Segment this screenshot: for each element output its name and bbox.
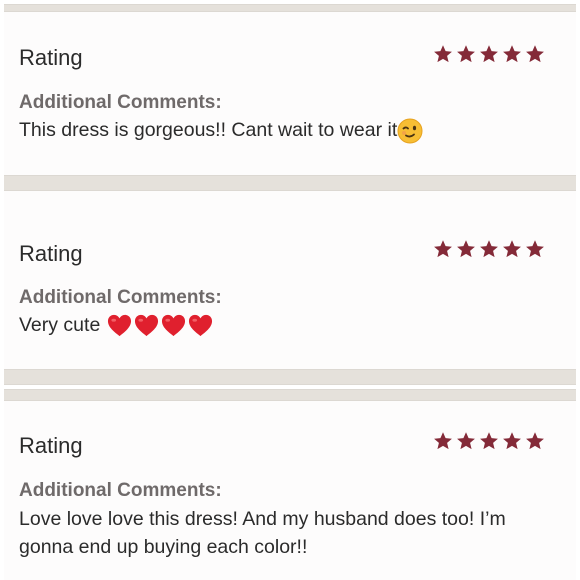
comments-label: Additional Comments: xyxy=(19,480,222,501)
comments-label: Additional Comments: xyxy=(19,287,222,308)
winking-face-emoji xyxy=(397,118,423,144)
star-icon xyxy=(432,44,454,64)
star-icon xyxy=(455,431,477,451)
divider xyxy=(4,4,576,12)
star-icon xyxy=(455,44,477,64)
comments-label: Additional Comments: xyxy=(19,92,222,113)
comment-text: This dress is gorgeous!! Cant wait to we… xyxy=(19,116,556,144)
star-rating xyxy=(432,239,546,259)
divider xyxy=(4,369,576,385)
star-icon xyxy=(501,239,523,259)
comment-body: Very cute xyxy=(19,314,101,336)
review-card: Rating Additional Comments: This dress i… xyxy=(4,12,576,175)
star-icon xyxy=(524,431,546,451)
rating-label: Rating xyxy=(19,45,83,70)
heart-emoji xyxy=(160,313,187,338)
comment-body: This dress is gorgeous!! Cant wait to we… xyxy=(19,119,398,141)
star-rating xyxy=(432,431,546,451)
rating-label: Rating xyxy=(19,433,83,458)
star-rating xyxy=(432,44,546,64)
comment-text: Love love love this dress! And my husban… xyxy=(19,508,506,558)
reviews-screen: Rating Additional Comments: This dress i… xyxy=(0,0,580,580)
star-icon xyxy=(432,431,454,451)
divider xyxy=(4,389,576,401)
heart-emoji xyxy=(187,313,214,338)
star-icon xyxy=(501,431,523,451)
star-icon xyxy=(432,239,454,259)
heart-emoji xyxy=(133,313,160,338)
comment-text: Very cute xyxy=(19,311,556,339)
star-icon xyxy=(478,431,500,451)
rating-label: Rating xyxy=(19,241,83,266)
star-icon xyxy=(501,44,523,64)
heart-emoji xyxy=(106,313,133,338)
star-icon xyxy=(478,239,500,259)
review-card: Rating Additional Comments: Very cute xyxy=(4,191,576,369)
star-icon xyxy=(478,44,500,64)
star-icon xyxy=(524,44,546,64)
divider xyxy=(4,175,576,191)
review-card: Rating Additional Comments: Love love lo… xyxy=(4,401,576,580)
star-icon xyxy=(455,239,477,259)
star-icon xyxy=(524,239,546,259)
